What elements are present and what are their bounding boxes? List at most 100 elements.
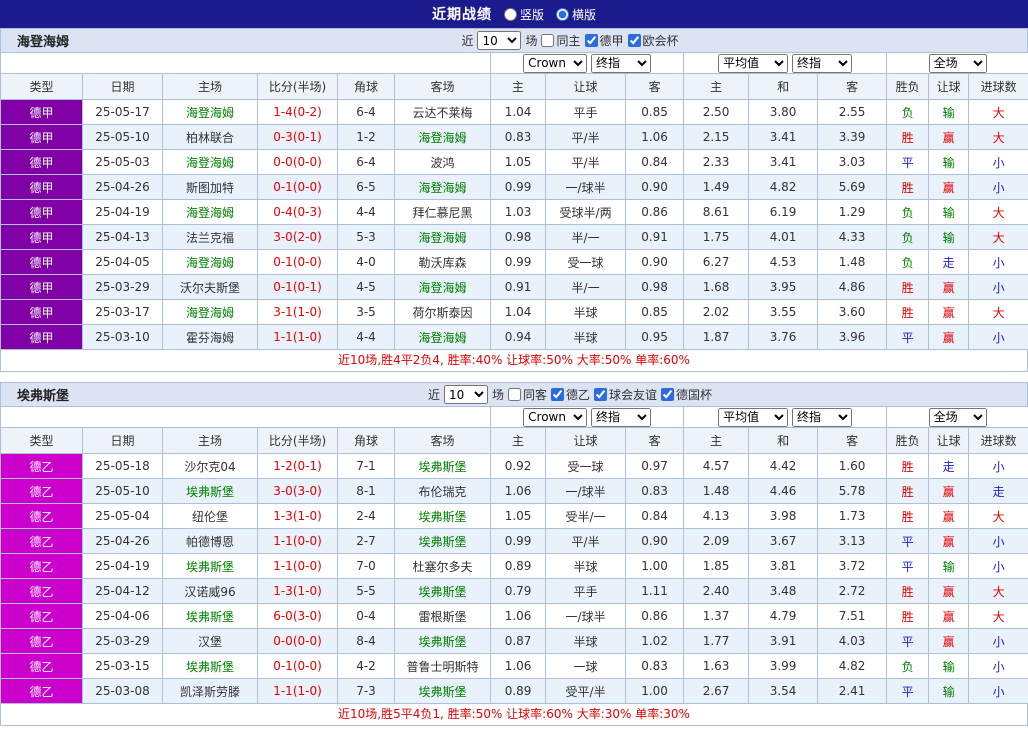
home-team-link[interactable]: 海登海姆 [162, 149, 258, 175]
ah-final-select[interactable]: 终指 [590, 407, 651, 427]
away-team-link[interactable]: 埃弗斯堡 [393, 453, 492, 479]
league-badge: 德乙 [0, 478, 83, 504]
company-select[interactable]: Crown [523, 407, 588, 427]
score-link[interactable]: 0-1(0-0) [257, 249, 338, 275]
company-select[interactable]: Crown [523, 53, 588, 73]
away-team-link[interactable]: 布伦瑞克 [393, 478, 492, 504]
bundesliga2-checkbox[interactable] [551, 388, 564, 401]
home-team-link[interactable]: 汉诺威96 [162, 578, 258, 604]
scope-select[interactable]: 全场 [928, 407, 987, 427]
score-link[interactable]: 1-1(0-0) [257, 528, 338, 554]
away-team-link[interactable]: 勒沃库森 [393, 249, 492, 275]
match-date: 25-05-10 [82, 478, 163, 504]
away-team-link[interactable]: 荷尔斯泰因 [393, 299, 492, 325]
away-team-link[interactable]: 杜塞尔多夫 [393, 553, 492, 579]
bundesliga-filter[interactable]: 德甲 [584, 32, 624, 49]
conference-league-filter[interactable]: 欧会杯 [627, 32, 679, 49]
away-team-link[interactable]: 普鲁士明斯特 [393, 653, 492, 679]
away-team-link[interactable]: 埃弗斯堡 [393, 578, 492, 604]
away-team-link[interactable]: 埃弗斯堡 [393, 528, 492, 554]
result-cell: 负 [886, 199, 930, 225]
score-link[interactable]: 1-1(0-0) [257, 553, 338, 579]
german-cup-filter[interactable]: 德国杯 [661, 386, 712, 403]
away-team-link[interactable]: 海登海姆 [393, 224, 492, 250]
same-home-filter[interactable]: 同主 [541, 32, 581, 49]
ah-final-select[interactable]: 终指 [590, 53, 651, 73]
bundesliga-checkbox[interactable] [584, 34, 598, 47]
home-team-link[interactable]: 海登海姆 [162, 299, 258, 325]
home-team-link[interactable]: 海登海姆 [162, 199, 258, 225]
away-team-link[interactable]: 埃弗斯堡 [393, 678, 492, 704]
eu-final-select[interactable]: 终指 [792, 53, 852, 73]
home-team-link[interactable]: 沙尔克04 [162, 453, 258, 479]
score-link[interactable]: 1-1(1-0) [257, 678, 338, 704]
home-team-link[interactable]: 柏林联合 [162, 124, 258, 150]
home-team-link[interactable]: 埃弗斯堡 [162, 653, 258, 679]
score-link[interactable]: 0-1(0-0) [257, 653, 338, 679]
layout-vertical-option[interactable]: 竖版 [503, 6, 544, 23]
score-link[interactable]: 0-3(0-1) [257, 124, 338, 150]
topbar: 近期战绩 竖版 横版 [0, 0, 1028, 28]
away-team-link[interactable]: 埃弗斯堡 [393, 628, 492, 654]
home-team-link[interactable]: 海登海姆 [162, 249, 258, 275]
home-team-link[interactable]: 斯图加特 [162, 174, 258, 200]
match-date: 25-04-06 [82, 603, 163, 629]
score-link[interactable]: 0-1(0-0) [257, 174, 338, 200]
score-link[interactable]: 3-0(3-0) [257, 478, 338, 504]
away-team-link[interactable]: 海登海姆 [393, 274, 492, 300]
home-team-link[interactable]: 海登海姆 [162, 99, 258, 125]
home-team-link[interactable]: 汉堡 [162, 628, 258, 654]
horizontal-radio[interactable] [556, 7, 569, 21]
club-friendly-checkbox[interactable] [594, 388, 608, 401]
away-team-link[interactable]: 云达不莱梅 [393, 99, 492, 125]
column-header: 胜负 [886, 427, 930, 454]
results-body: 德甲 25-05-17 海登海姆 1-4(0-2) 6-4 云达不莱梅 1.04… [0, 99, 1028, 350]
german-cup-checkbox[interactable] [661, 388, 675, 401]
match-count-select[interactable]: 10 [477, 31, 522, 50]
home-team-link[interactable]: 法兰克福 [162, 224, 258, 250]
home-team-link[interactable]: 帕德博恩 [162, 528, 258, 554]
match-date: 25-04-12 [82, 578, 163, 604]
conference-league-checkbox[interactable] [627, 34, 641, 47]
score-link[interactable]: 1-3(1-0) [257, 578, 338, 604]
score-link[interactable]: 6-0(3-0) [257, 603, 338, 629]
match-count-select[interactable]: 10 [443, 385, 488, 404]
score-link[interactable]: 0-4(0-3) [257, 199, 338, 225]
away-team-link[interactable]: 海登海姆 [393, 124, 492, 150]
same-home-checkbox[interactable] [541, 34, 555, 47]
away-team-link[interactable]: 海登海姆 [393, 324, 492, 350]
away-team-link[interactable]: 埃弗斯堡 [393, 503, 492, 529]
away-team-link[interactable]: 雷根斯堡 [393, 603, 492, 629]
score-link[interactable]: 3-1(1-0) [257, 299, 338, 325]
score-link[interactable]: 3-0(2-0) [257, 224, 338, 250]
home-team-link[interactable]: 埃弗斯堡 [162, 553, 258, 579]
home-team-link[interactable]: 沃尔夫斯堡 [162, 274, 258, 300]
away-team-link[interactable]: 拜仁慕尼黑 [393, 199, 492, 225]
column-header: 客场 [393, 427, 492, 454]
score-link[interactable]: 1-4(0-2) [257, 99, 338, 125]
home-team-link[interactable]: 霍芬海姆 [162, 324, 258, 350]
scope-select[interactable]: 全场 [928, 53, 987, 73]
home-team-link[interactable]: 埃弗斯堡 [162, 603, 258, 629]
eu-final-select[interactable]: 终指 [792, 407, 852, 427]
same-away-filter[interactable]: 同客 [507, 386, 547, 403]
bundesliga2-filter[interactable]: 德乙 [551, 386, 590, 403]
score-link[interactable]: 1-2(0-1) [257, 453, 338, 479]
score-link[interactable]: 0-1(0-1) [257, 274, 338, 300]
club-friendly-filter[interactable]: 球会友谊 [594, 386, 657, 403]
score-link[interactable]: 0-0(0-0) [257, 149, 338, 175]
score-link[interactable]: 0-0(0-0) [257, 628, 338, 654]
vertical-radio[interactable] [503, 7, 517, 21]
home-team-link[interactable]: 凯泽斯劳滕 [162, 678, 258, 704]
score-link[interactable]: 1-1(1-0) [257, 324, 338, 350]
home-team-link[interactable]: 纽伦堡 [162, 503, 258, 529]
home-team-link[interactable]: 埃弗斯堡 [162, 478, 258, 504]
away-team-link[interactable]: 海登海姆 [393, 174, 492, 200]
eu-avg-select[interactable]: 平均值 [718, 53, 789, 73]
same-away-checkbox[interactable] [507, 388, 521, 401]
eu-avg-select[interactable]: 平均值 [718, 407, 789, 427]
eu-draw-odds: 3.48 [748, 578, 819, 604]
score-link[interactable]: 1-3(1-0) [257, 503, 338, 529]
layout-horizontal-option[interactable]: 横版 [556, 6, 596, 23]
away-team-link[interactable]: 波鸿 [393, 149, 492, 175]
